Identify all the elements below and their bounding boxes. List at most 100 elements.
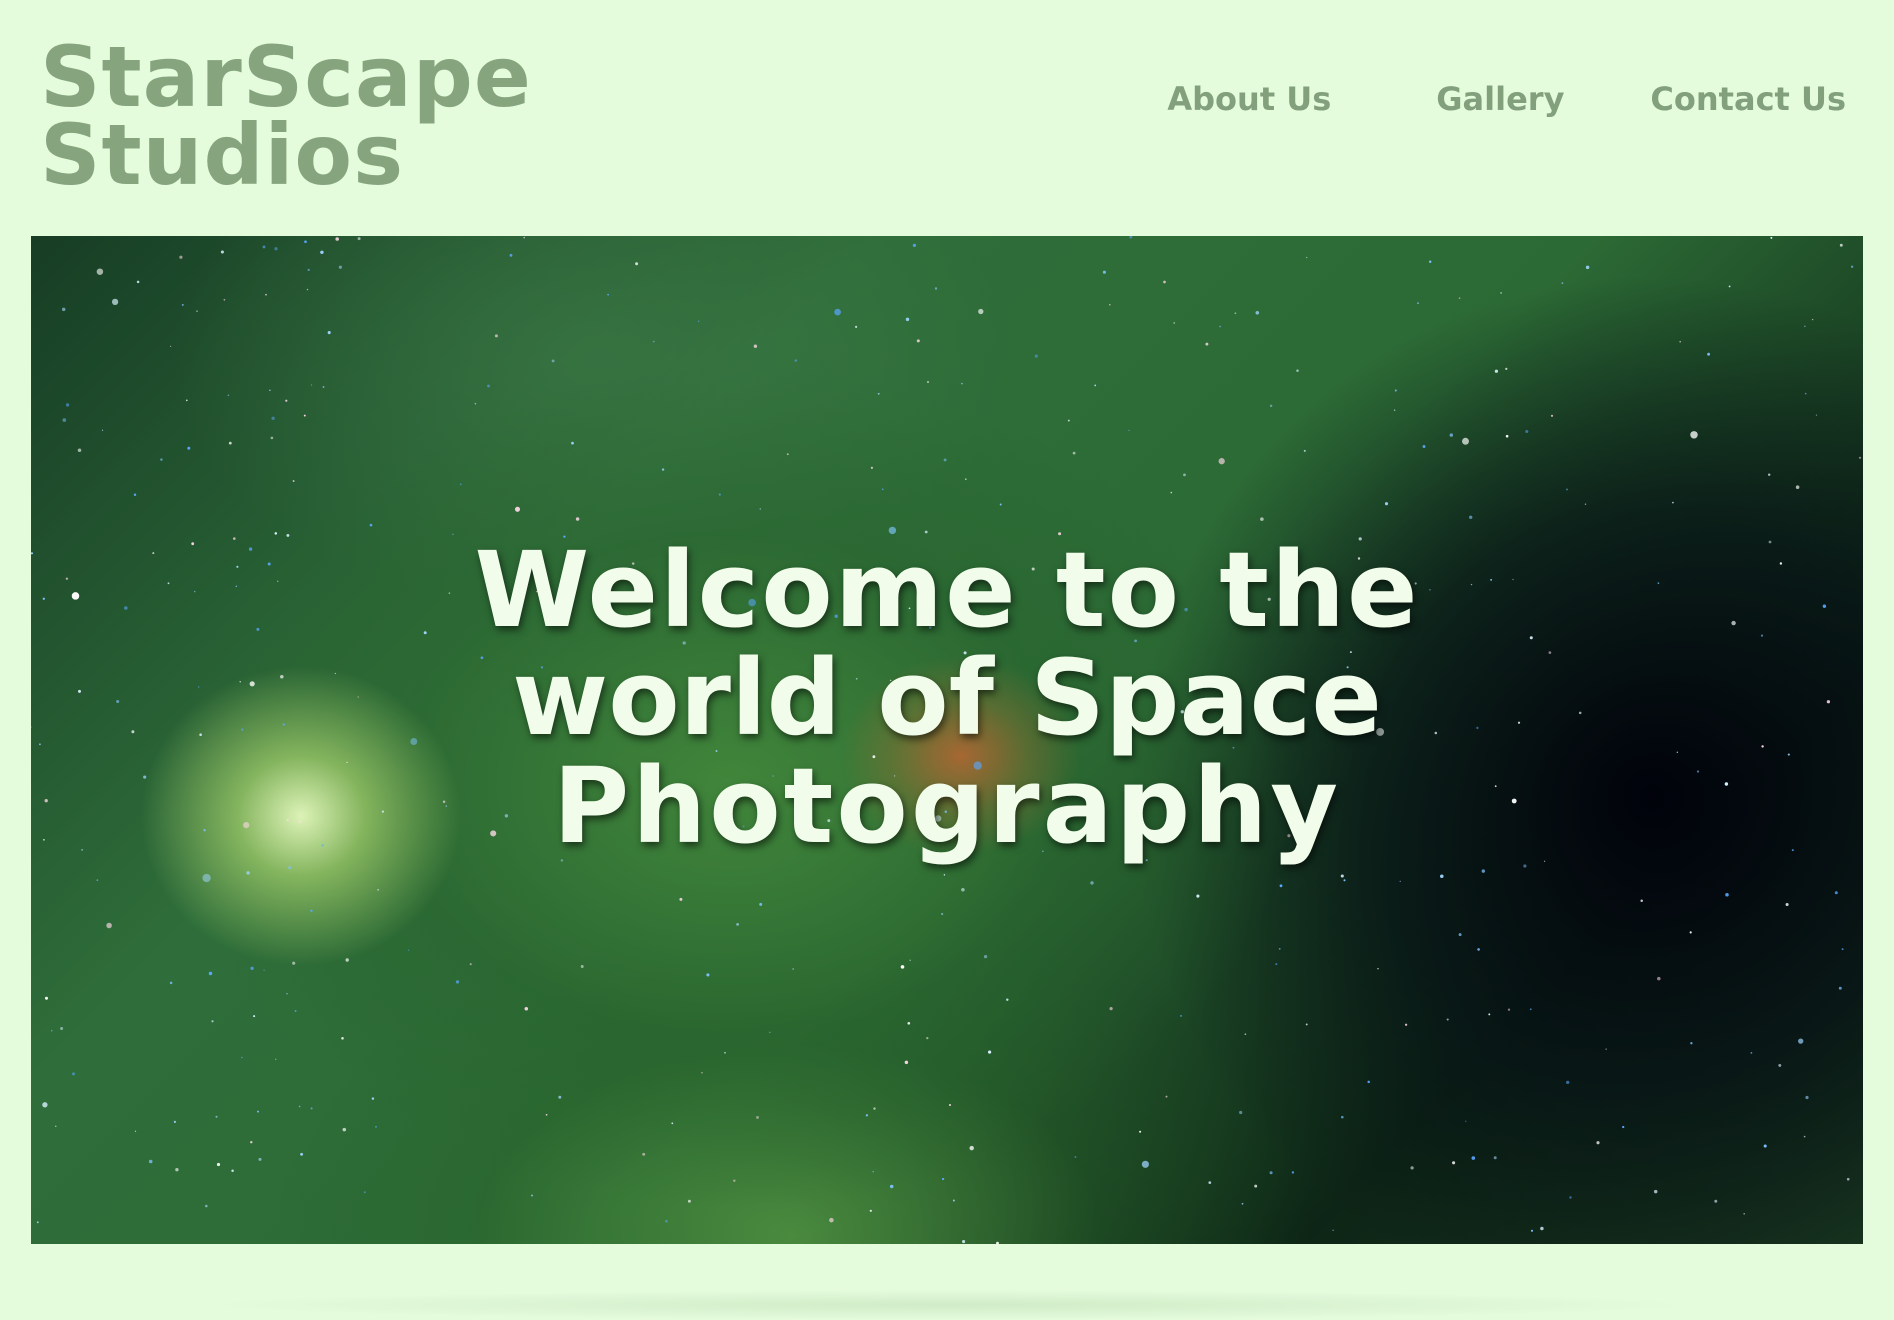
star bbox=[983, 954, 988, 959]
star bbox=[292, 480, 295, 482]
star bbox=[45, 996, 48, 1000]
star bbox=[1471, 1156, 1476, 1160]
star bbox=[1763, 1144, 1767, 1148]
star bbox=[459, 483, 462, 486]
star bbox=[948, 1103, 952, 1107]
star bbox=[794, 359, 798, 362]
star bbox=[1340, 874, 1344, 878]
star bbox=[1494, 369, 1499, 373]
star bbox=[173, 1120, 176, 1123]
star bbox=[310, 1107, 313, 1110]
star bbox=[322, 386, 325, 388]
star bbox=[452, 533, 454, 536]
star bbox=[1841, 948, 1844, 951]
star bbox=[1417, 302, 1419, 305]
nav-link-about-us[interactable]: About Us bbox=[1167, 80, 1331, 118]
star bbox=[208, 971, 213, 976]
star bbox=[1343, 879, 1346, 882]
star bbox=[310, 384, 313, 386]
star bbox=[1569, 1196, 1572, 1199]
star bbox=[881, 488, 884, 491]
star bbox=[1707, 352, 1711, 356]
star bbox=[877, 392, 880, 395]
star bbox=[1725, 893, 1729, 897]
star bbox=[870, 466, 874, 469]
star bbox=[1488, 1013, 1491, 1016]
star bbox=[1846, 1177, 1850, 1181]
star bbox=[1493, 1156, 1497, 1160]
star bbox=[148, 1159, 153, 1164]
star bbox=[1798, 1038, 1804, 1044]
star bbox=[274, 532, 278, 535]
star bbox=[706, 973, 710, 977]
star bbox=[580, 965, 584, 968]
star bbox=[1170, 491, 1173, 494]
star bbox=[136, 280, 140, 284]
star bbox=[1584, 503, 1587, 505]
star bbox=[1770, 236, 1773, 239]
star bbox=[55, 1125, 57, 1127]
site-logo[interactable]: StarScape Studios bbox=[40, 35, 532, 197]
star bbox=[338, 265, 342, 269]
star bbox=[829, 1217, 834, 1223]
star bbox=[905, 317, 910, 322]
star bbox=[1183, 473, 1186, 477]
star bbox=[111, 298, 119, 306]
star bbox=[377, 889, 379, 891]
star bbox=[1208, 1181, 1212, 1184]
star bbox=[1219, 325, 1221, 328]
star bbox=[169, 981, 173, 985]
star bbox=[524, 1007, 529, 1011]
star bbox=[1449, 433, 1454, 437]
star bbox=[1653, 1189, 1658, 1194]
star bbox=[274, 247, 278, 251]
star bbox=[1525, 429, 1529, 434]
star bbox=[1462, 437, 1469, 445]
star bbox=[916, 339, 920, 343]
nav-link-gallery[interactable]: Gallery bbox=[1436, 80, 1564, 118]
star bbox=[304, 240, 307, 244]
star bbox=[523, 236, 526, 239]
hero-title-line2: world of Space bbox=[512, 637, 1382, 759]
star bbox=[227, 394, 230, 397]
star bbox=[357, 237, 361, 241]
star bbox=[341, 1036, 344, 1040]
star bbox=[101, 429, 104, 431]
star bbox=[961, 887, 965, 892]
star bbox=[320, 250, 324, 255]
star bbox=[978, 308, 984, 315]
star bbox=[292, 961, 296, 965]
star bbox=[1523, 864, 1527, 868]
nav-link-contact-us[interactable]: Contact Us bbox=[1650, 80, 1846, 118]
star bbox=[1072, 451, 1076, 455]
star bbox=[1804, 392, 1807, 395]
star bbox=[1785, 902, 1789, 907]
star bbox=[1180, 1015, 1182, 1017]
star bbox=[215, 1115, 218, 1118]
star bbox=[1838, 986, 1842, 990]
star bbox=[912, 243, 916, 247]
star bbox=[900, 965, 905, 969]
star bbox=[927, 381, 929, 383]
star bbox=[1505, 434, 1509, 438]
star bbox=[1561, 282, 1564, 285]
star bbox=[1469, 515, 1473, 519]
star bbox=[36, 1221, 39, 1224]
star bbox=[514, 506, 521, 512]
star bbox=[1440, 874, 1444, 879]
star bbox=[769, 1031, 771, 1034]
star bbox=[941, 1177, 945, 1181]
star bbox=[345, 958, 349, 962]
star bbox=[1605, 1048, 1607, 1050]
star bbox=[250, 1141, 253, 1144]
star bbox=[1205, 342, 1209, 346]
star bbox=[1260, 517, 1264, 521]
star bbox=[181, 303, 184, 306]
star bbox=[1128, 429, 1130, 432]
star bbox=[698, 320, 700, 322]
star bbox=[873, 1107, 876, 1110]
star bbox=[1129, 236, 1133, 239]
hero-banner: Welcome to the world of Space Photograph… bbox=[31, 236, 1863, 1244]
star bbox=[1296, 369, 1299, 372]
star bbox=[285, 399, 288, 402]
